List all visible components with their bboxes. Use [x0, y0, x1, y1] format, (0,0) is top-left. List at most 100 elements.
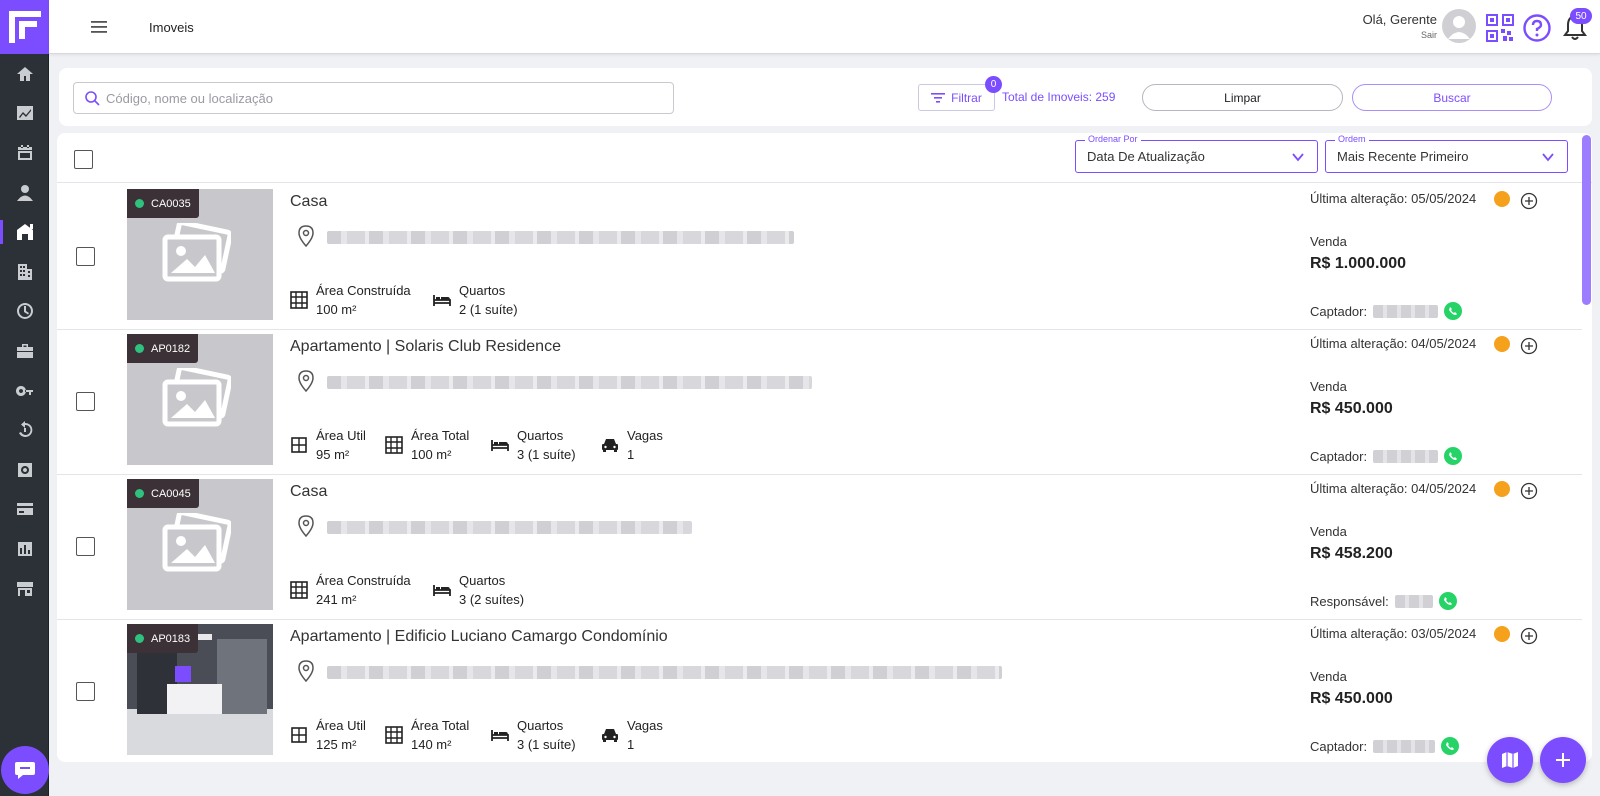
- logout-link[interactable]: Sair: [1363, 30, 1437, 40]
- list-header: Ordenar Por Data De Atualização Ordem Ma…: [57, 133, 1592, 183]
- chevron-down-icon: [1292, 153, 1304, 162]
- filter-button[interactable]: Filtrar: [918, 84, 995, 111]
- add-property-button[interactable]: [1540, 737, 1586, 783]
- sidebar-item-report[interactable]: [0, 529, 49, 569]
- property-code: CA0045: [151, 487, 191, 500]
- menu-icon[interactable]: [89, 17, 109, 37]
- app-logo[interactable]: [0, 0, 49, 54]
- last-updated: Última alteração: 04/05/2024: [1310, 336, 1477, 351]
- address-redacted: [327, 666, 1002, 679]
- whatsapp-icon[interactable]: [1441, 737, 1460, 755]
- agent-label: Captador:: [1310, 303, 1368, 319]
- order-direction-select[interactable]: Ordem Mais Recente Primeiro: [1325, 134, 1568, 173]
- feature-value: 1: [627, 447, 635, 462]
- location-pin-icon: [298, 660, 314, 682]
- add-circle-icon[interactable]: [1520, 192, 1538, 210]
- status-dot: [135, 489, 144, 498]
- property-title[interactable]: Casa: [290, 483, 327, 501]
- grid-icon: [385, 726, 403, 744]
- map-icon: [1502, 752, 1518, 768]
- page-title: Imoveis: [149, 20, 194, 35]
- search-input[interactable]: [106, 90, 666, 106]
- whatsapp-icon[interactable]: [1444, 447, 1463, 465]
- clock-icon: [1494, 191, 1510, 207]
- sidebar-item-calendar[interactable]: [0, 133, 49, 173]
- feature-0: Área Util 95 m²: [290, 428, 366, 462]
- row-checkbox[interactable]: [76, 392, 95, 411]
- clock-icon: [1494, 481, 1510, 497]
- add-circle-icon[interactable]: [1520, 482, 1538, 500]
- row-checkbox[interactable]: [76, 247, 95, 266]
- sidebar-item-person[interactable]: [0, 173, 49, 213]
- scrollbar[interactable]: [1582, 133, 1592, 762]
- agent-info: Captador:: [1310, 302, 1463, 320]
- history-icon: [18, 421, 32, 438]
- feature-value: 241 m²: [316, 592, 357, 607]
- row-checkbox[interactable]: [76, 682, 95, 701]
- feature-label: Quartos: [459, 283, 506, 298]
- table-row[interactable]: CA0035 Casa Área Construída 100 m² Quartos 2 …: [57, 183, 1582, 330]
- feature-label: Quartos: [517, 718, 564, 733]
- whatsapp-icon[interactable]: [1444, 302, 1463, 320]
- last-updated: Última alteração: 03/05/2024: [1310, 626, 1477, 641]
- feature-label: Vagas: [627, 718, 663, 733]
- user-greeting: Olá, Gerente Sair: [1363, 12, 1437, 40]
- map-view-button[interactable]: [1487, 737, 1533, 783]
- building-icon: [17, 263, 32, 280]
- deal-type: Venda: [1310, 234, 1347, 249]
- agent-label: Captador:: [1310, 448, 1368, 464]
- order-by-select[interactable]: Ordenar Por Data De Atualização: [1075, 134, 1318, 173]
- property-title[interactable]: Apartamento | Solaris Club Residence: [290, 338, 561, 356]
- sidebar-item-building[interactable]: [0, 252, 49, 292]
- sidebar-item-chart[interactable]: [0, 94, 49, 134]
- row-checkbox[interactable]: [76, 537, 95, 556]
- sidebar-item-key[interactable]: [0, 371, 49, 411]
- qr-code-icon[interactable]: [1486, 14, 1514, 42]
- agent-info: Responsável:: [1310, 592, 1457, 610]
- chat-button[interactable]: [1, 746, 49, 794]
- feature-0: Área Construída 100 m²: [290, 283, 411, 317]
- scroll-thumb[interactable]: [1582, 135, 1591, 305]
- feature-value: 2 (1 suíte): [459, 302, 518, 317]
- notification-badge: 50: [1570, 8, 1592, 24]
- table-row[interactable]: AP0183 Apartamento | Edificio Luciano Cam…: [57, 618, 1582, 762]
- car-icon: [602, 439, 618, 452]
- location-pin-icon: [298, 370, 314, 392]
- sidebar-item-store[interactable]: [0, 569, 49, 609]
- bed-icon: [491, 730, 509, 741]
- table-row[interactable]: AP0182 Apartamento | Solaris Club Residen…: [57, 328, 1582, 475]
- feature-2: Quartos 3 (1 suíte): [491, 428, 576, 462]
- search-button[interactable]: Buscar: [1352, 84, 1552, 111]
- status-dot: [135, 199, 144, 208]
- sidebar-item-history[interactable]: [0, 410, 49, 450]
- property-code-badge: AP0182: [127, 334, 199, 363]
- feature-label: Quartos: [459, 573, 506, 588]
- property-title[interactable]: Apartamento | Edificio Luciano Camargo C…: [290, 628, 668, 646]
- feature-value: 125 m²: [316, 737, 357, 752]
- bed-icon: [433, 585, 451, 596]
- sidebar-item-clock[interactable]: [0, 292, 49, 332]
- clear-button[interactable]: Limpar: [1142, 84, 1343, 111]
- feature-value: 3 (1 suíte): [517, 737, 576, 752]
- add-circle-icon[interactable]: [1520, 337, 1538, 355]
- filter-icon: [931, 92, 946, 103]
- sidebar-item-briefcase[interactable]: [0, 331, 49, 371]
- whatsapp-icon[interactable]: [1438, 592, 1457, 610]
- sidebar-item-gear[interactable]: [0, 450, 49, 490]
- agent-info: Captador:: [1310, 737, 1460, 755]
- select-all-checkbox[interactable]: [74, 150, 93, 169]
- grid-icon: [385, 436, 403, 454]
- feature-value: 140 m²: [411, 737, 452, 752]
- avatar[interactable]: [1442, 9, 1476, 43]
- sidebar-item-card[interactable]: [0, 490, 49, 530]
- clock-icon: [1494, 626, 1510, 642]
- feature-label: Vagas: [627, 428, 663, 443]
- property-code-badge: AP0183: [127, 624, 199, 653]
- feature-value: 100 m²: [411, 447, 452, 462]
- table-row[interactable]: CA0045 Casa Área Construída 241 m² Quartos 3 …: [57, 473, 1582, 620]
- sidebar-item-house[interactable]: [0, 212, 49, 252]
- property-title[interactable]: Casa: [290, 193, 327, 211]
- add-circle-icon[interactable]: [1520, 627, 1538, 645]
- sidebar-item-home[interactable]: [0, 54, 49, 94]
- help-icon[interactable]: [1522, 13, 1552, 43]
